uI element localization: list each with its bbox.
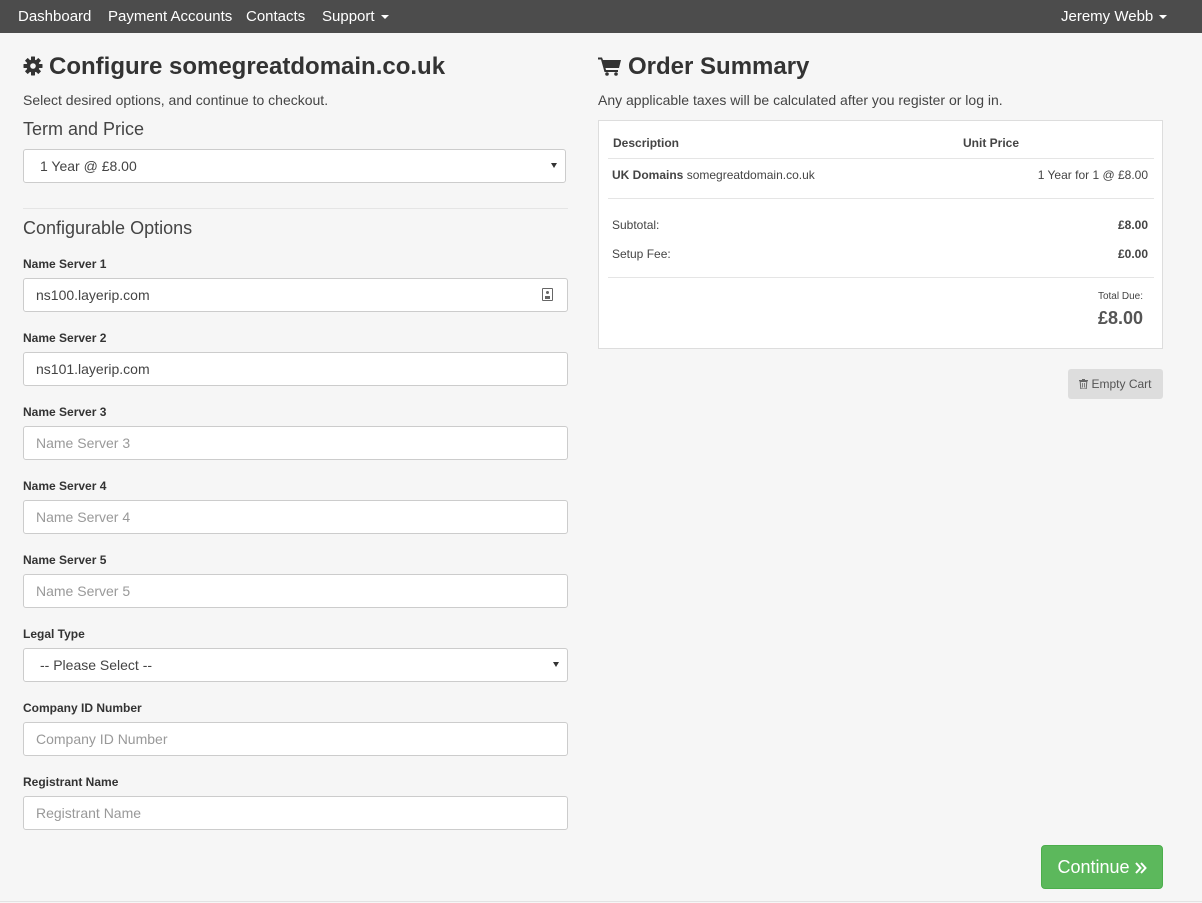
- order-summary-title: Order Summary: [598, 53, 809, 81]
- nav-payment-accounts[interactable]: Payment Accounts: [108, 0, 232, 33]
- legal-type-value: -- Please Select --: [40, 657, 153, 673]
- order-summary-title-text: Order Summary: [628, 53, 810, 80]
- configure-title: Configure somegreatdomain.co.uk: [23, 53, 445, 81]
- order-summary-panel: Description Unit Price UK Domains somegr…: [598, 120, 1163, 349]
- line-item-product: UK Domains: [612, 168, 684, 182]
- top-navbar: Dashboard Payment Accounts Contacts Supp…: [0, 0, 1202, 33]
- nav-support-label: Support: [322, 8, 375, 25]
- term-price-value: 1 Year @ £8.00: [40, 158, 137, 174]
- empty-cart-label: Empty Cart: [1091, 377, 1152, 391]
- dropdown-arrow-icon: [551, 163, 557, 168]
- configure-title-text: Configure somegreatdomain.co.uk: [49, 53, 446, 80]
- setup-fee-value: £0.00: [1117, 247, 1148, 261]
- cart-icon: [598, 57, 621, 76]
- nameserver5-input[interactable]: [23, 574, 568, 608]
- user-name: Jeremy Webb: [1061, 8, 1154, 25]
- company-id-label: Company ID Number: [23, 701, 142, 715]
- company-id-input[interactable]: [23, 722, 568, 756]
- caret-down-icon: [380, 15, 389, 20]
- configure-subtitle: Select desired options, and continue to …: [23, 92, 329, 108]
- nameserver5-label: Name Server 5: [23, 553, 107, 567]
- continue-button[interactable]: Continue: [1041, 845, 1163, 889]
- total-due-value: £8.00: [1097, 308, 1143, 328]
- double-chevron-right-icon: [1134, 862, 1147, 874]
- column-description: Description: [613, 136, 680, 150]
- subtotal-value: £8.00: [1117, 218, 1148, 232]
- nameserver4-label: Name Server 4: [23, 479, 107, 493]
- legal-type-select[interactable]: -- Please Select --: [23, 648, 568, 682]
- dropdown-arrow-icon: [553, 662, 559, 667]
- user-menu[interactable]: Jeremy Webb: [1061, 0, 1168, 33]
- footer-divider: [0, 901, 1202, 902]
- table-divider: [608, 158, 1154, 159]
- nameserver1-input[interactable]: [23, 278, 568, 312]
- term-price-select[interactable]: 1 Year @ £8.00: [23, 149, 566, 183]
- table-divider: [608, 198, 1154, 199]
- nameserver3-label: Name Server 3: [23, 405, 107, 419]
- order-summary-subtitle: Any applicable taxes will be calculated …: [598, 92, 1003, 108]
- nameserver1-label: Name Server 1: [23, 257, 107, 271]
- continue-label: Continue: [1057, 857, 1130, 877]
- line-item-domain: somegreatdomain.co.uk: [686, 168, 815, 182]
- total-due-label: Total Due:: [1097, 291, 1143, 302]
- nav-support-dropdown[interactable]: Support: [322, 0, 389, 33]
- legal-type-label: Legal Type: [23, 627, 85, 641]
- vcard-icon[interactable]: [542, 288, 553, 301]
- nameserver3-input[interactable]: [23, 426, 568, 460]
- term-price-heading: Term and Price: [23, 119, 145, 139]
- trash-icon: [1079, 379, 1089, 390]
- gear-icon: [23, 56, 43, 76]
- table-divider: [608, 277, 1154, 278]
- empty-cart-button[interactable]: Empty Cart: [1068, 369, 1163, 399]
- section-divider: [23, 208, 568, 209]
- line-item-description: UK Domains somegreatdomain.co.uk: [612, 168, 815, 182]
- caret-down-icon: [1159, 15, 1168, 20]
- nameserver2-label: Name Server 2: [23, 331, 107, 345]
- nameserver2-input[interactable]: [23, 352, 568, 386]
- nav-dashboard[interactable]: Dashboard: [18, 0, 91, 33]
- setup-fee-label: Setup Fee:: [612, 247, 671, 261]
- subtotal-label: Subtotal:: [612, 218, 660, 232]
- nameserver4-input[interactable]: [23, 500, 568, 534]
- registrant-name-input[interactable]: [23, 796, 568, 830]
- line-item-price: 1 Year for 1 @ £8.00: [1037, 168, 1148, 182]
- registrant-name-label: Registrant Name: [23, 775, 119, 789]
- column-unit-price: Unit Price: [963, 136, 1020, 150]
- nav-contacts[interactable]: Contacts: [246, 0, 305, 33]
- configurable-options-heading: Configurable Options: [23, 218, 193, 238]
